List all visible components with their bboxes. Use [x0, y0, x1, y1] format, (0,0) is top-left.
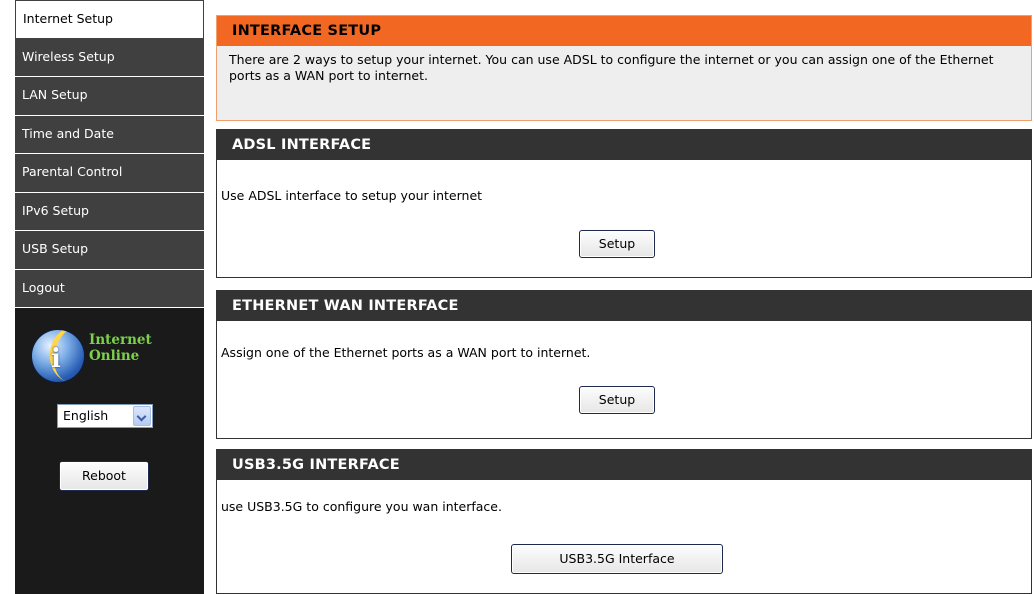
ethernet-wan-interface-title: ETHERNET WAN INTERFACE — [217, 291, 1031, 321]
reboot-button[interactable]: Reboot — [59, 461, 149, 491]
usb-interface-button[interactable]: USB3.5G Interface — [511, 544, 723, 574]
sidebar-item-wireless-setup[interactable]: Wireless Setup — [15, 38, 204, 77]
sidebar-item-logout[interactable]: Logout — [15, 269, 204, 308]
adsl-interface-description: Use ADSL interface to setup your interne… — [221, 188, 483, 203]
adsl-setup-button[interactable]: Setup — [579, 230, 655, 258]
interface-setup-title: INTERFACE SETUP — [217, 16, 1031, 46]
language-select[interactable]: English — [57, 404, 153, 428]
sidebar-item-usb-setup[interactable]: USB Setup — [15, 231, 204, 270]
ethernet-setup-button[interactable]: Setup — [579, 386, 655, 414]
router-setup-page: Internet Setup Wireless Setup LAN Setup … — [0, 0, 1034, 594]
adsl-interface-panel: ADSL INTERFACE Use ADSL interface to set… — [216, 129, 1032, 278]
interface-setup-description: There are 2 ways to setup your internet.… — [217, 46, 1031, 102]
sidebar: Internet Setup Wireless Setup LAN Setup … — [15, 0, 204, 594]
sidebar-item-parental-control[interactable]: Parental Control — [15, 154, 204, 193]
sidebar-menu: Internet Setup Wireless Setup LAN Setup … — [15, 0, 204, 308]
interface-setup-panel: INTERFACE SETUP There are 2 ways to setu… — [216, 15, 1032, 121]
sidebar-item-time-and-date[interactable]: Time and Date — [15, 115, 204, 154]
sidebar-item-lan-setup[interactable]: LAN Setup — [15, 77, 204, 116]
sidebar-item-internet-setup[interactable]: Internet Setup — [15, 0, 204, 39]
usb-interface-panel: USB3.5G INTERFACE use USB3.5G to configu… — [216, 449, 1032, 594]
internet-status-globe-icon: i — [32, 330, 84, 382]
internet-status: i Internet Online — [30, 328, 175, 386]
ethernet-wan-interface-panel: ETHERNET WAN INTERFACE Assign one of the… — [216, 290, 1032, 439]
adsl-interface-title: ADSL INTERFACE — [217, 130, 1031, 160]
usb-interface-description: use USB3.5G to configure you wan interfa… — [221, 499, 502, 514]
internet-status-line1: Internet — [89, 332, 152, 348]
sidebar-item-ipv6-setup[interactable]: IPv6 Setup — [15, 192, 204, 231]
language-select-value: English — [63, 408, 109, 423]
internet-status-text: Internet Online — [89, 332, 152, 364]
ethernet-wan-interface-description: Assign one of the Ethernet ports as a WA… — [221, 345, 591, 360]
chevron-down-icon[interactable] — [133, 406, 151, 426]
usb-interface-title: USB3.5G INTERFACE — [217, 450, 1031, 480]
internet-status-line2: Online — [89, 348, 140, 364]
